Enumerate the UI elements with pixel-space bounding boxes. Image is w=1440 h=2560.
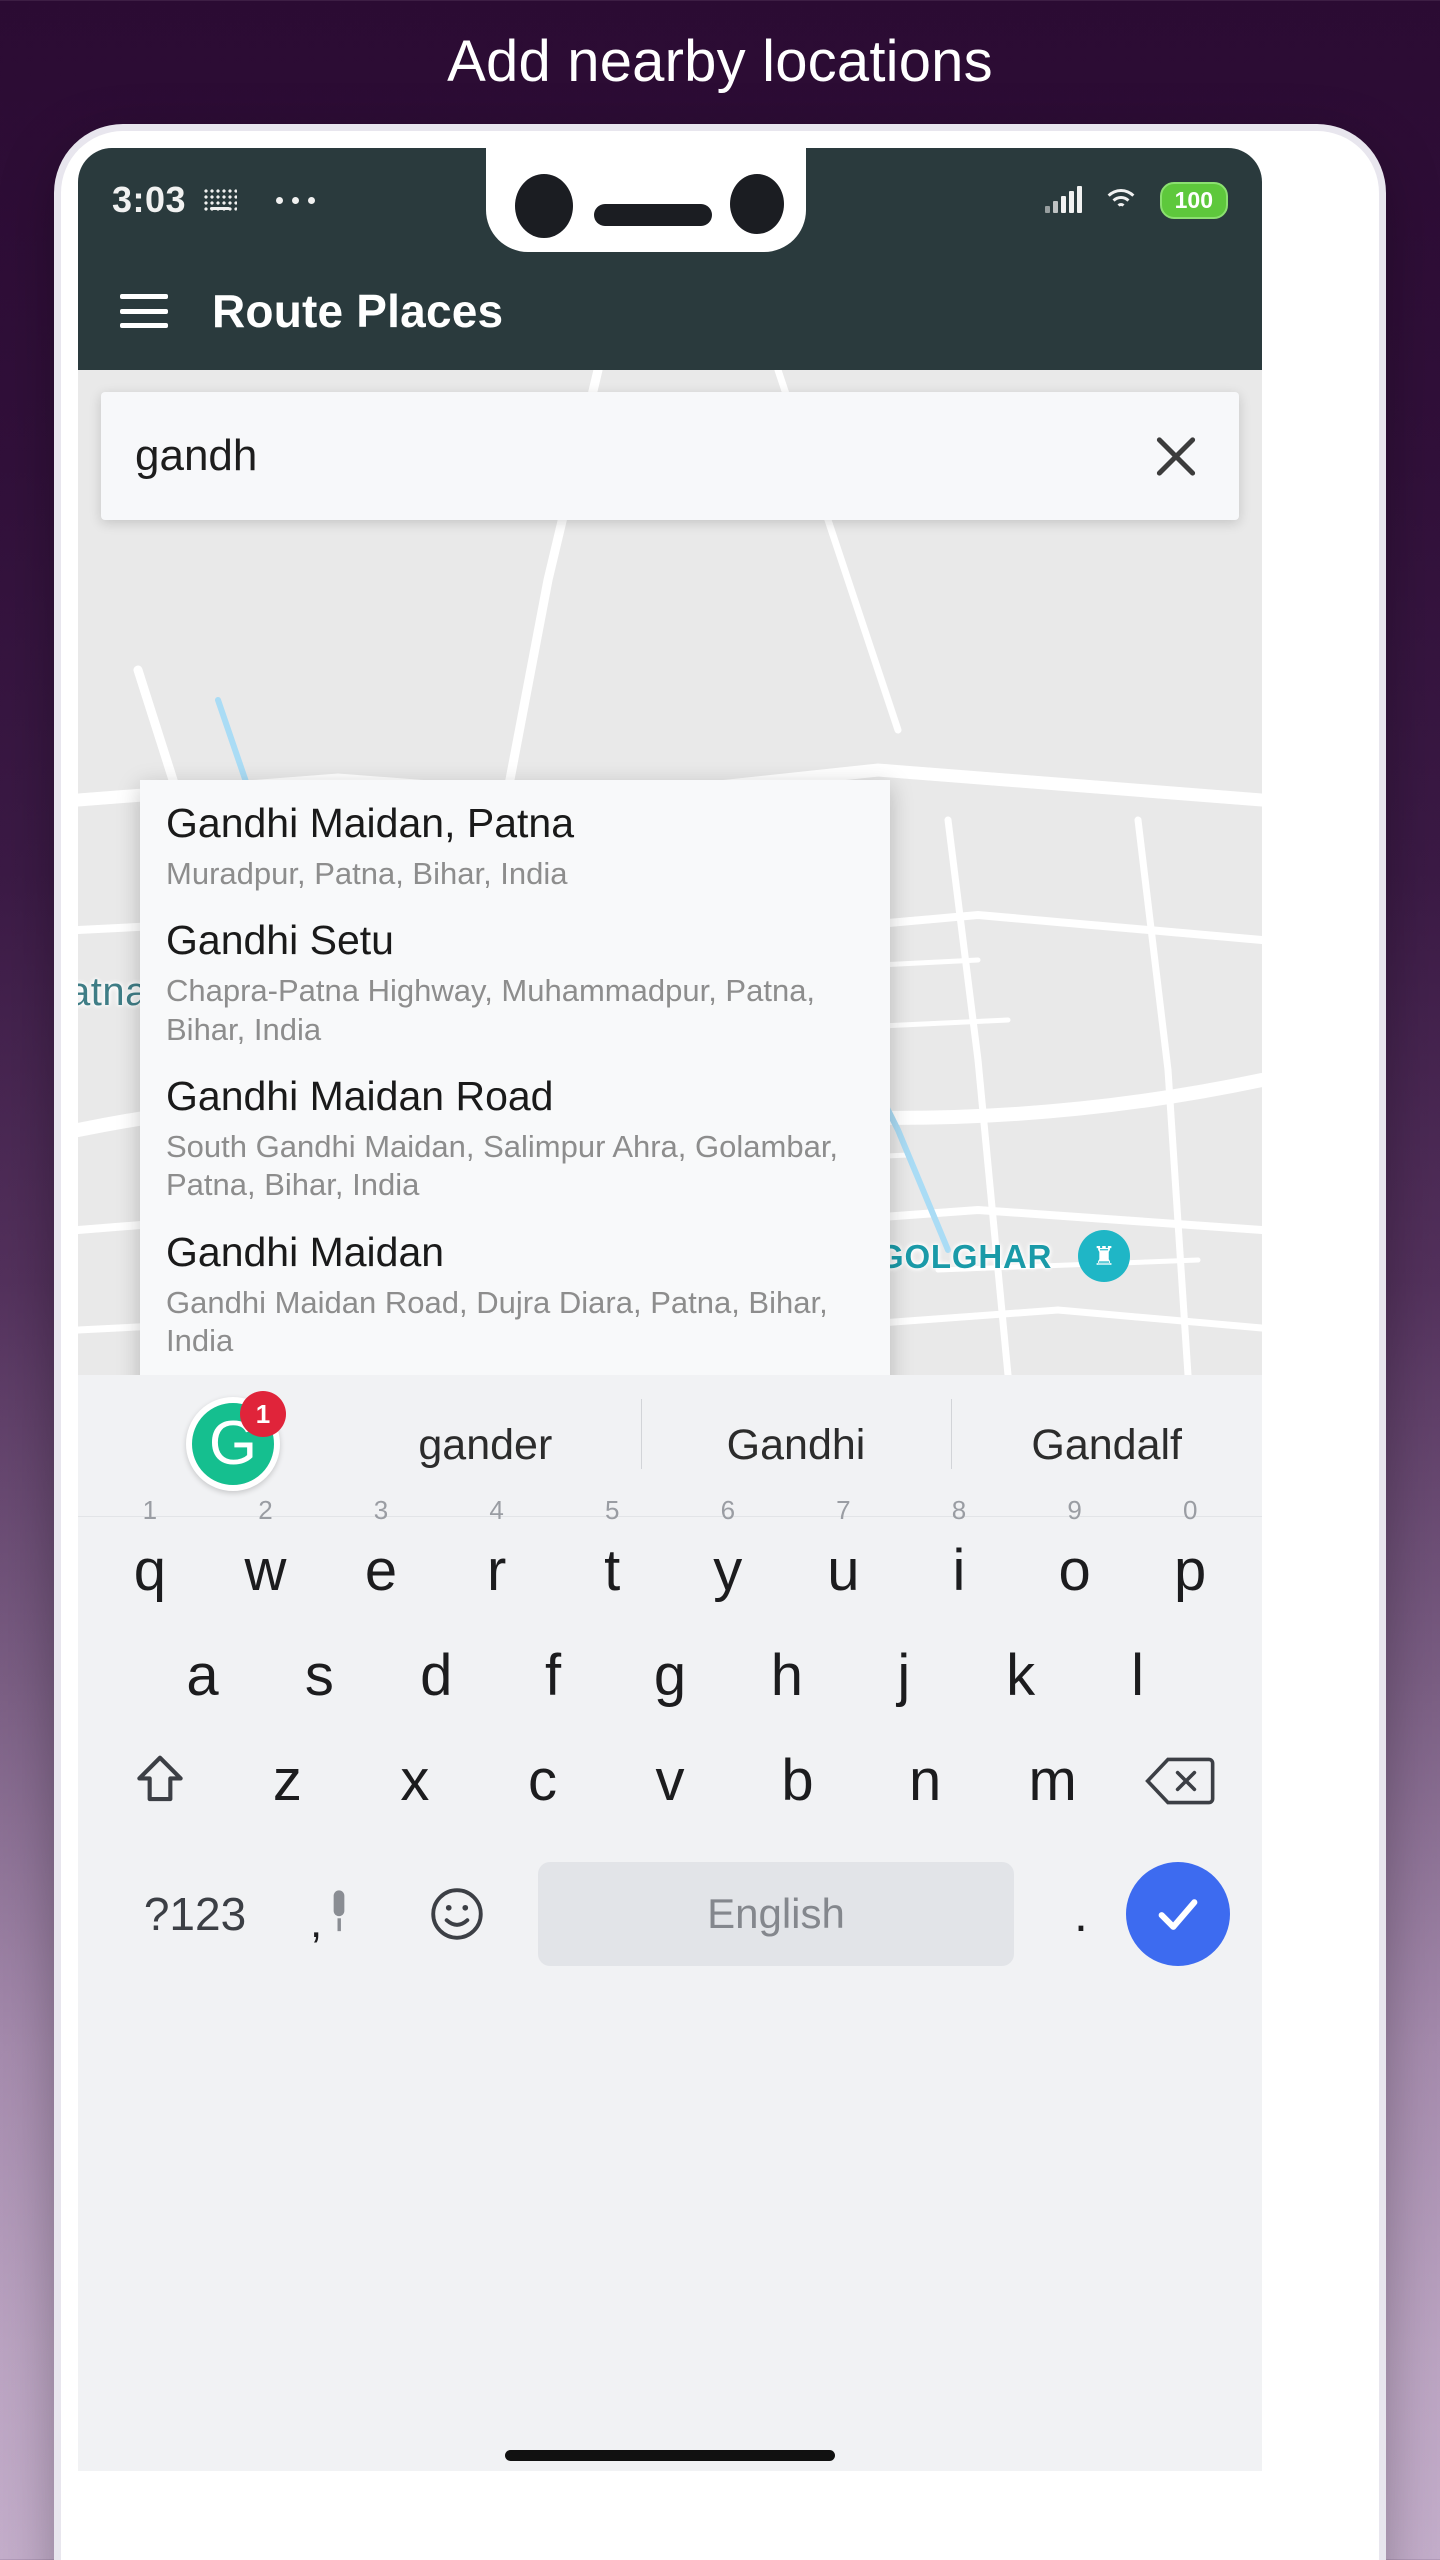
microphone-icon[interactable]: , (280, 1888, 398, 1947)
key-l[interactable]: l (1079, 1642, 1196, 1709)
map-view[interactable]: atna COLONY GOLGHAR 🏛 ♜ gandh Gandhi Mai… (78, 370, 1262, 1375)
emoji-smiley-icon[interactable] (398, 1883, 516, 1945)
suggestion-subtitle: South Gandhi Maidan, Salimpur Ahra, Gola… (166, 1129, 839, 1203)
key-num-9: 9 (1067, 1495, 1082, 1525)
keyboard-suggestion-2[interactable]: Gandalf (951, 1399, 1262, 1470)
wifi-icon (1101, 187, 1140, 214)
key-num-0: 0 (1182, 1495, 1198, 1525)
key-s[interactable]: s (261, 1642, 378, 1709)
grammarly-badge: 1 (240, 1391, 286, 1437)
page-title: Add nearby locations (447, 29, 993, 94)
keyboard-suggestion-1[interactable]: Gandhi (640, 1399, 952, 1470)
space-key[interactable]: English (538, 1862, 1014, 1966)
status-bar: 3:03 100 (78, 148, 1262, 252)
list-item[interactable]: Gandhi Maidan, Patna Muradpur, Patna, Bi… (140, 780, 890, 897)
suggestion-title: Gandhi Maidan, Patna (166, 800, 574, 846)
period-key[interactable]: . (1036, 1885, 1126, 1943)
signal-bars-icon (1044, 186, 1082, 213)
front-camera-icon (515, 174, 573, 238)
key-v[interactable]: v (606, 1747, 734, 1814)
suggestion-subtitle: Chapra-Patna Highway, Muhammadpur, Patna… (166, 973, 816, 1047)
suggestion-title: Gandhi Setu (166, 917, 394, 964)
close-x-icon[interactable] (1147, 427, 1205, 485)
keyboard-suggestion-0[interactable]: gander (330, 1421, 641, 1470)
app-bar-title: Route Places (212, 285, 504, 337)
keyboard-row-2: a s d f g h j k l (88, 1642, 1252, 1709)
shift-up-arrow-icon[interactable] (96, 1750, 224, 1812)
suggestion-subtitle: Gandhi Maidan Road, Dujra Diara, Patna, … (166, 1284, 828, 1359)
keyboard-icon (203, 188, 238, 212)
app-bar: Route Places (78, 252, 1262, 370)
search-bar[interactable]: gandh (101, 392, 1239, 520)
key-num-6: 6 (720, 1495, 736, 1525)
key-e[interactable]: 3e (323, 1495, 439, 1604)
keyboard-row-3: z x c v b n m (88, 1747, 1252, 1814)
key-d[interactable]: d (378, 1642, 495, 1709)
key-y[interactable]: 6y (670, 1495, 786, 1604)
soft-keyboard[interactable]: G 1 gander Gandhi Gandalf 1q 2w 3e 4r 5t… (78, 1375, 1262, 2471)
key-z[interactable]: z (224, 1747, 352, 1814)
key-t[interactable]: 5t (554, 1495, 670, 1604)
key-i[interactable]: 8i (901, 1495, 1017, 1604)
patna-label: atna (78, 970, 148, 1014)
key-w[interactable]: 2w (208, 1495, 324, 1604)
suggestion-subtitle: Muradpur, Patna, Bihar, India (166, 855, 568, 891)
list-item[interactable]: Gandhi Maidan Road South Gandhi Maidan, … (140, 1053, 890, 1209)
key-n[interactable]: n (861, 1747, 989, 1814)
keyboard-row-1: 1q 2w 3e 4r 5t 6y 7u 8i 9o 0p (88, 1495, 1252, 1604)
key-h[interactable]: h (728, 1642, 845, 1709)
list-item[interactable]: Gandhi Chowk (140, 1365, 890, 1375)
key-j[interactable]: j (845, 1642, 962, 1709)
phone-mockup: 3:03 100 Route Places atna GOLGHAR ♜ gan… (61, 131, 1379, 2560)
backspace-icon[interactable] (1116, 1753, 1244, 1809)
key-f[interactable]: f (495, 1642, 612, 1709)
key-a[interactable]: a (144, 1642, 261, 1709)
keyboard-row-4: ?123 , English . (88, 1852, 1252, 1966)
hamburger-menu-icon[interactable] (120, 294, 168, 328)
phone-screen: 3:03 100 Route Places atna GOLGHAR ♜ gan… (78, 148, 1262, 2560)
key-q[interactable]: 1q (92, 1495, 208, 1604)
key-o[interactable]: 9o (1017, 1495, 1133, 1604)
golghar-poi-icon[interactable]: ♜ (1078, 1230, 1130, 1282)
key-num-1: 1 (142, 1495, 158, 1525)
key-num-8: 8 (951, 1495, 967, 1525)
key-num-2: 2 (258, 1495, 273, 1525)
list-item[interactable]: Gandhi Maidan Gandhi Maidan Road, Dujra … (140, 1209, 890, 1365)
key-u[interactable]: 7u (786, 1495, 902, 1604)
key-m[interactable]: m (989, 1747, 1117, 1814)
check-mark-icon[interactable] (1126, 1862, 1230, 1966)
suggestion-title: Gandhi Maidan Road (166, 1073, 554, 1120)
golghar-label: GOLGHAR (878, 1238, 1053, 1275)
key-b[interactable]: b (734, 1747, 862, 1814)
battery-indicator: 100 (1159, 181, 1228, 219)
symbols-key[interactable]: ?123 (110, 1887, 280, 1941)
key-c[interactable]: c (479, 1747, 607, 1814)
key-r[interactable]: 4r (439, 1495, 555, 1604)
key-g[interactable]: g (612, 1642, 729, 1709)
key-num-4: 4 (489, 1495, 504, 1525)
list-item[interactable]: Gandhi Setu Chapra-Patna Highway, Muhamm… (140, 897, 890, 1053)
second-camera-icon (730, 174, 784, 234)
home-indicator (505, 2450, 835, 2461)
key-num-3: 3 (373, 1495, 389, 1525)
key-x[interactable]: x (351, 1747, 479, 1814)
earpiece-speaker (594, 204, 712, 226)
status-time: 3:03 (112, 179, 187, 220)
grammarly-icon[interactable]: G 1 (186, 1391, 286, 1491)
search-input[interactable]: gandh (135, 431, 1147, 481)
suggestion-title: Gandhi Maidan (166, 1228, 445, 1275)
key-k[interactable]: k (962, 1642, 1079, 1709)
more-dots-icon (276, 196, 316, 204)
search-suggestions-list[interactable]: Gandhi Maidan, Patna Muradpur, Patna, Bi… (140, 780, 890, 1375)
key-num-5: 5 (604, 1495, 620, 1525)
comma-key[interactable]: , (310, 1898, 322, 1948)
key-p[interactable]: 0p (1132, 1495, 1248, 1604)
key-num-7: 7 (836, 1495, 851, 1525)
